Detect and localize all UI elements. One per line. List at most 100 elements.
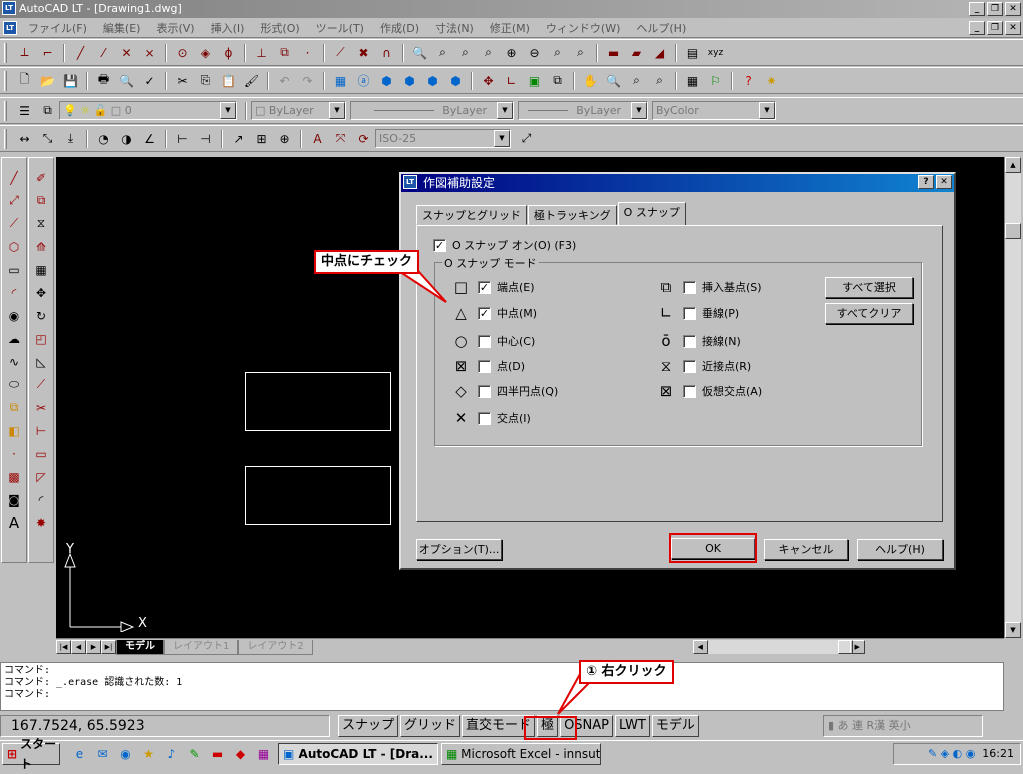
node-checkbox[interactable] — [478, 359, 491, 373]
menu-dimension[interactable]: 寸法(N) — [427, 20, 482, 36]
mode-nearest-row[interactable]: ⧖ 近接点(R) — [655, 358, 752, 374]
tab-osnap[interactable]: O スナップ — [617, 202, 686, 225]
massprop-icon[interactable]: ◢ — [650, 43, 669, 62]
snap-midpoint-icon[interactable]: ⁄ — [94, 43, 113, 62]
desktop-icon[interactable]: ◉ — [116, 745, 135, 764]
hyperlink-icon[interactable]: ⬢ — [377, 71, 396, 90]
save-icon[interactable]: 💾 — [61, 71, 80, 90]
cancel-button[interactable]: キャンセル — [764, 539, 848, 560]
lineweight-combo[interactable]: ByLayer ▼ — [518, 101, 648, 120]
zoom-extents-icon[interactable]: ⌕ — [571, 43, 590, 62]
ucs-icon[interactable]: ∟ — [502, 71, 521, 90]
menu-window[interactable]: ウィンドウ(W) — [538, 20, 628, 36]
snap-none-icon[interactable]: ✖ — [354, 43, 373, 62]
dim-baseline-icon[interactable]: ⊢ — [173, 129, 192, 148]
quicklaunch-icon[interactable]: ♪ — [162, 745, 181, 764]
snap-quadrant-icon[interactable]: ◈ — [196, 43, 215, 62]
help-button[interactable]: ヘルプ(H) — [857, 539, 943, 560]
redo-icon[interactable]: ↷ — [298, 71, 317, 90]
extend-icon[interactable]: ⊢ — [32, 420, 51, 441]
zoom-scale-icon[interactable]: ⌕ — [479, 43, 498, 62]
mode-apparent-row[interactable]: ⊠ 仮想交点(A) — [655, 383, 762, 399]
zoom-window-icon[interactable]: ⌕ — [433, 43, 452, 62]
rectangle-icon[interactable]: ▭ — [5, 259, 24, 280]
task-autocad[interactable]: ▣ AutoCAD LT - [Dra... — [278, 743, 438, 765]
mode-perpendicular-row[interactable]: ∟ 垂線(P) — [655, 305, 740, 321]
midpoint-checkbox[interactable]: ✓ — [478, 306, 491, 320]
move-icon[interactable]: ✥ — [32, 282, 51, 303]
line-icon[interactable]: ╱ — [5, 167, 24, 188]
dim-aligned-icon[interactable]: ⤡ — [38, 129, 57, 148]
dim-radius-icon[interactable]: ◔ — [94, 129, 113, 148]
snap-apparent-icon[interactable]: ⨯ — [140, 43, 159, 62]
copy-icon[interactable]: ⎘ — [196, 71, 215, 90]
zoom-realtime2-icon[interactable]: 🔍 — [604, 71, 623, 90]
snap-center-icon[interactable]: ⊙ — [173, 43, 192, 62]
list-icon[interactable]: ▤ — [683, 43, 702, 62]
mode-node-row[interactable]: ⊠ 点(D) — [450, 358, 525, 374]
snap-endpoint-icon[interactable]: ╱ — [71, 43, 90, 62]
snap-nearest-icon[interactable]: ⟋ — [331, 43, 350, 62]
erase-icon[interactable]: ✐ — [32, 167, 51, 188]
zoom-all-icon[interactable]: ⌕ — [548, 43, 567, 62]
zoom-previous-icon[interactable]: ⌕ — [650, 71, 669, 90]
scroll-up-icon[interactable]: ▲ — [1005, 157, 1021, 173]
dim-edit-icon[interactable]: A — [308, 129, 327, 148]
apparent-checkbox[interactable] — [683, 384, 696, 398]
quicklaunch-icon[interactable]: ✎ — [185, 745, 204, 764]
cut-icon[interactable]: ✂ — [173, 71, 192, 90]
mode-insertion-row[interactable]: ⧉ 挿入基点(S) — [655, 279, 762, 295]
stretch-icon[interactable]: ◺ — [32, 351, 51, 372]
endpoint-checkbox[interactable]: ✓ — [478, 280, 491, 294]
named-views-icon[interactable]: ⧉ — [548, 71, 567, 90]
toolbar-grip[interactable] — [4, 128, 7, 149]
minimize-button[interactable]: _ — [969, 2, 985, 16]
trim-icon[interactable]: ✂ — [32, 397, 51, 418]
snap-perpendicular-icon[interactable]: ⊥ — [252, 43, 271, 62]
rotate-icon[interactable]: ↻ — [32, 305, 51, 326]
dim-text-edit-icon[interactable]: ⤧ — [331, 129, 350, 148]
menu-view[interactable]: 表示(V) — [148, 20, 202, 36]
dim-update-icon[interactable]: ⟳ — [354, 129, 373, 148]
new-icon[interactable]: 🗋 — [15, 71, 34, 90]
zoom-pan-icon[interactable]: ✋ — [581, 71, 600, 90]
mtext-icon[interactable]: A — [5, 512, 24, 533]
tolerance-icon[interactable]: ⊞ — [252, 129, 271, 148]
tab-polar-tracking[interactable]: 極トラッキング — [528, 205, 617, 225]
leader-icon[interactable]: ↗ — [229, 129, 248, 148]
scroll-thumb[interactable] — [1005, 223, 1021, 239]
vertical-scrollbar[interactable]: ▲ ▼ — [1004, 157, 1021, 638]
menu-format[interactable]: 形式(O) — [252, 20, 307, 36]
clock[interactable]: 16:21 — [982, 747, 1014, 760]
osnap-settings-icon[interactable]: ∩ — [377, 43, 396, 62]
break-icon[interactable]: ▭ — [32, 443, 51, 464]
menu-insert[interactable]: 挿入(I) — [203, 20, 253, 36]
spelling-icon[interactable]: ✓ — [140, 71, 159, 90]
dim-continue-icon[interactable]: ⊣ — [196, 129, 215, 148]
adcenter-icon[interactable]: ⚐ — [706, 71, 725, 90]
match-properties-icon[interactable]: 🖌 — [242, 71, 261, 90]
insert-block-icon[interactable]: ⧉ — [5, 397, 24, 418]
ie-icon[interactable]: e — [70, 745, 89, 764]
rectangle-object[interactable] — [245, 466, 391, 525]
zoom-dynamic-icon[interactable]: ⌕ — [456, 43, 475, 62]
circle-icon[interactable]: ◉ — [5, 305, 24, 326]
area-icon[interactable]: ▰ — [627, 43, 646, 62]
locate-point-icon[interactable]: xyz — [706, 43, 725, 62]
hscroll-track[interactable] — [707, 640, 853, 654]
clear-all-button[interactable]: すべてクリア — [825, 303, 913, 324]
tab-model[interactable]: モデル — [116, 639, 164, 655]
doc-restore-button[interactable]: ❐ — [987, 21, 1003, 35]
plotstyle-combo[interactable]: ByColor ▼ — [652, 101, 776, 120]
fillet-icon[interactable]: ◜ — [32, 489, 51, 510]
mode-center-row[interactable]: ○ 中心(C) — [450, 333, 535, 349]
nearest-checkbox[interactable] — [683, 359, 696, 373]
snap-from-icon[interactable]: ⌐ — [38, 43, 57, 62]
snap-node-icon[interactable]: · — [298, 43, 317, 62]
tab-first-icon[interactable]: |◀ — [56, 640, 71, 654]
chevron-down-icon[interactable]: ▼ — [759, 102, 775, 119]
center-mark-icon[interactable]: ⊕ — [275, 129, 294, 148]
toolbar-grip[interactable] — [4, 42, 7, 63]
tab-layout2[interactable]: レイアウト2 — [238, 639, 313, 655]
lwt-toggle[interactable]: LWT — [615, 715, 650, 737]
